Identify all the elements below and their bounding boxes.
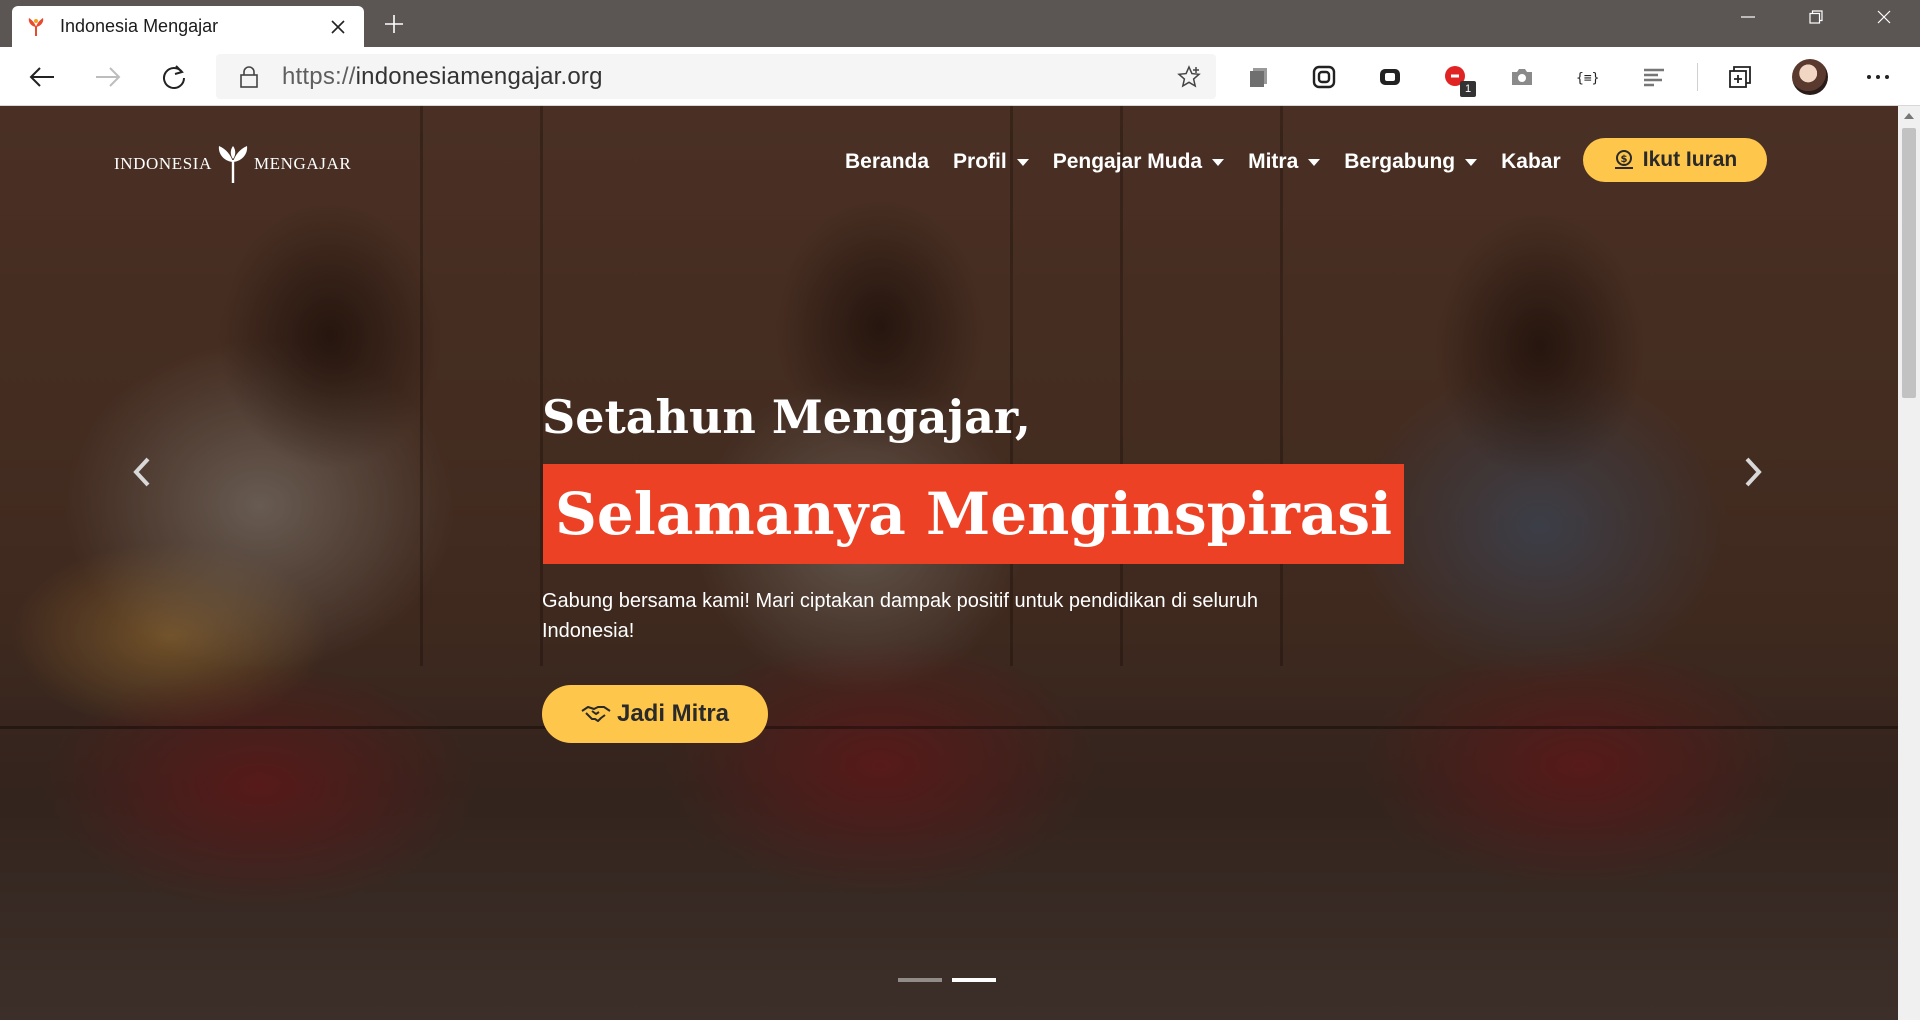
svg-text:{≡}: {≡} [1576, 71, 1599, 86]
minimize-icon[interactable] [1714, 0, 1782, 34]
collections-extension-icon[interactable] [1241, 59, 1277, 95]
json-extension-icon[interactable]: {≡} [1570, 59, 1606, 95]
dropdown-caret-icon [1016, 158, 1029, 166]
site-logo[interactable]: INDONESIA MENGAJAR [114, 144, 351, 184]
carousel-prev-icon[interactable] [117, 442, 167, 502]
media-extension-icon[interactable] [1372, 59, 1408, 95]
jadi-mitra-label: Jadi Mitra [616, 700, 730, 727]
tab-strip: Indonesia Mengajar [0, 0, 1920, 47]
dropdown-caret-icon [1465, 158, 1478, 166]
camera-extension-icon[interactable] [1504, 59, 1540, 95]
main-navigation: Beranda Profil Pengajar Muda Mitra Berga… [845, 150, 1585, 174]
nav-item-kabar[interactable]: Kabar [1501, 150, 1561, 174]
nav-label: Pengajar Muda [1052, 150, 1203, 173]
ikut-iuran-button[interactable]: $ Ikut Iuran [1583, 138, 1767, 182]
profile-avatar[interactable] [1792, 59, 1828, 95]
browser-toolbar: https://indonesiamengajar.org 1 {≡} [0, 47, 1920, 106]
nav-item-bergabung[interactable]: Bergabung [1344, 150, 1478, 174]
tab-close-icon[interactable] [326, 15, 350, 39]
lock-icon[interactable] [236, 64, 262, 90]
svg-text:$: $ [1620, 154, 1627, 165]
url-text[interactable]: https://indonesiamengajar.org [282, 63, 1174, 91]
nav-label: Profil [953, 150, 1007, 173]
toolbar-divider [1697, 63, 1698, 91]
new-tab-button[interactable] [378, 8, 410, 40]
reload-icon[interactable] [156, 59, 192, 95]
handshake-icon [581, 703, 611, 725]
forward-arrow-icon[interactable] [90, 59, 126, 95]
hero-title: Selamanya Menginspirasi [543, 464, 1405, 564]
close-window-icon[interactable] [1850, 0, 1918, 34]
logo-sprout-icon [214, 144, 252, 184]
url-protocol: https:// [282, 62, 356, 90]
scrollbar-thumb[interactable] [1902, 128, 1916, 398]
logo-text-right: MENGAJAR [253, 154, 352, 173]
jadi-mitra-button[interactable]: Jadi Mitra [542, 685, 768, 743]
page-scrollbar[interactable] [1898, 106, 1920, 1020]
ikut-iuran-label: Ikut Iuran [1642, 148, 1738, 171]
site-favicon-icon [26, 17, 46, 37]
tab-title: Indonesia Mengajar [60, 16, 219, 36]
carousel-indicator-2[interactable] [952, 978, 996, 982]
dropdown-caret-icon [1212, 158, 1225, 166]
hero-description: Gabung bersama kami! Mari ciptakan dampa… [542, 590, 1258, 642]
reader-extension-icon[interactable] [1636, 59, 1672, 95]
nav-item-pengajar-muda[interactable]: Pengajar Muda [1052, 150, 1225, 174]
carousel-indicator-1[interactable] [898, 978, 942, 982]
more-menu-icon[interactable] [1860, 59, 1896, 95]
carousel-next-icon[interactable] [1728, 442, 1778, 502]
restore-icon[interactable] [1782, 0, 1850, 34]
nav-item-mitra[interactable]: Mitra [1248, 150, 1321, 174]
address-bar[interactable]: https://indonesiamengajar.org [216, 54, 1216, 99]
dropdown-caret-icon [1308, 158, 1321, 166]
collections-icon[interactable] [1722, 59, 1758, 95]
nav-item-profil[interactable]: Profil [953, 150, 1029, 174]
hero-section: INDONESIA MENGAJAR Beranda Profil Pengaj… [0, 106, 1898, 1020]
back-arrow-icon[interactable] [24, 59, 60, 95]
carousel-indicators [898, 978, 1006, 982]
nav-label: Mitra [1248, 150, 1299, 173]
extension-badge: 1 [1460, 81, 1476, 97]
logo-text-left: INDONESIA [114, 154, 212, 173]
donation-coin-icon: $ [1613, 149, 1635, 171]
link-extension-icon[interactable] [1306, 59, 1342, 95]
url-host: indonesiamengajar.org [355, 62, 603, 90]
browser-tab[interactable]: Indonesia Mengajar [12, 6, 364, 47]
adblock-extension-icon[interactable]: 1 [1438, 59, 1476, 97]
nav-item-beranda[interactable]: Beranda [845, 150, 929, 174]
nav-label: Beranda [845, 150, 930, 173]
favorite-star-icon[interactable] [1174, 62, 1204, 92]
scroll-up-arrow-icon[interactable] [1898, 106, 1920, 126]
nav-label: Bergabung [1344, 150, 1456, 173]
hero-subtitle: Setahun Mengajar, [542, 390, 1031, 444]
nav-label: Kabar [1501, 150, 1561, 173]
